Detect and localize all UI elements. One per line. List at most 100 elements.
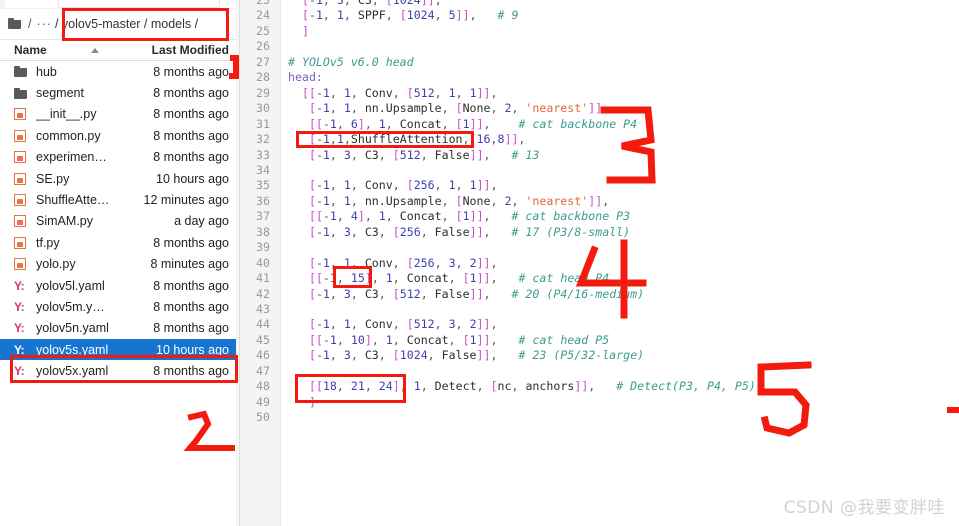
code-line-text: [-1, 3, C3, [512, False]], # 20 (P4/16-m… <box>308 286 645 301</box>
file-row[interactable]: __init__.py 8 months ago <box>0 104 239 125</box>
python-file-icon <box>14 194 26 207</box>
line-number: 45 <box>256 332 270 347</box>
code-line[interactable]: 32 [-1,1,ShuffleAttention,[16,8]], <box>240 132 959 147</box>
code-line-text: head: <box>288 70 323 85</box>
file-row[interactable]: Y: yolov5n.yaml 8 months ago <box>0 318 239 339</box>
file-name: __init__.py <box>36 107 97 122</box>
code-line[interactable]: 44 [-1, 1, Conv, [512, 3, 2]], <box>240 317 959 332</box>
line-number: 23 <box>256 0 270 7</box>
breadcrumb-ellipsis[interactable]: ··· <box>36 17 52 31</box>
file-name: experimen… <box>36 150 107 165</box>
file-browser-scrollbar[interactable] <box>236 0 239 526</box>
yaml-file-icon: Y: <box>14 299 25 314</box>
file-row[interactable]: experimen… 8 months ago <box>0 147 239 168</box>
file-row[interactable]: segment 8 months ago <box>0 82 239 103</box>
code-line[interactable]: 41 [[-1, 15], 1, Concat, [1]], # cat hea… <box>240 271 959 286</box>
code-line[interactable]: 39 <box>240 240 959 255</box>
file-browser-top-strip <box>0 0 239 9</box>
yaml-file-icon: Y: <box>14 278 25 293</box>
code-line-text: [-1, 3, C3, [1024, False]], # 23 (P5/32-… <box>308 348 645 363</box>
code-line[interactable]: 38 [-1, 3, C3, [256, False]], # 17 (P3/8… <box>240 225 959 240</box>
breadcrumb[interactable]: / ··· / yolov5-master / models / <box>0 9 239 39</box>
sort-ascending-icon[interactable] <box>90 47 99 53</box>
code-line[interactable]: 35 [-1, 1, Conv, [256, 1, 1]], <box>240 178 959 193</box>
python-file-icon <box>14 236 26 249</box>
code-line[interactable]: 45 [[-1, 10], 1, Concat, [1]], # cat hea… <box>240 333 959 348</box>
file-name: segment <box>36 86 84 101</box>
code-line[interactable]: 43 <box>240 302 959 317</box>
file-row[interactable]: ShuffleAtte… 12 minutes ago <box>0 189 239 210</box>
file-row[interactable]: SE.py 10 hours ago <box>0 168 239 189</box>
file-modified: 8 months ago <box>153 321 229 336</box>
code-line[interactable]: 25 ] <box>240 24 959 39</box>
folder-icon <box>14 66 27 78</box>
code-line[interactable]: 29 [[-1, 1, Conv, [512, 1, 1]], <box>240 86 959 101</box>
code-line-text: [-1, 1, Conv, [256, 3, 2]], <box>308 255 498 270</box>
python-file-icon <box>14 151 26 164</box>
line-number: 49 <box>256 394 270 409</box>
line-number: 24 <box>256 8 270 23</box>
file-name: SE.py <box>36 171 70 186</box>
code-line[interactable]: 46 [-1, 3, C3, [1024, False]], # 23 (P5/… <box>240 348 959 363</box>
file-icon-cell <box>14 236 36 249</box>
file-name: tf.py <box>36 235 60 250</box>
breadcrumb-root-separator[interactable]: / <box>28 17 31 31</box>
file-row[interactable]: common.py 8 months ago <box>0 125 239 146</box>
file-icon-cell <box>14 66 36 78</box>
file-modified: 8 months ago <box>153 150 229 165</box>
line-number: 27 <box>256 54 270 69</box>
column-header-last-modified[interactable]: Last Modified <box>152 43 229 57</box>
line-number: 41 <box>256 271 270 286</box>
search-box-cropped[interactable] <box>58 0 220 8</box>
file-browser-panel: / ··· / yolov5-master / models / Name La… <box>0 0 240 526</box>
file-name: yolov5n.yaml <box>36 321 109 336</box>
code-line[interactable]: 36 [-1, 1, nn.Upsample, [None, 2, 'neare… <box>240 194 959 209</box>
code-line[interactable]: 26 <box>240 39 959 54</box>
code-line[interactable]: 49 ] <box>240 395 959 410</box>
file-modified: 8 months ago <box>153 235 229 250</box>
csdn-watermark: CSDN @我要变胖哇 <box>783 498 945 518</box>
code-line[interactable]: 27 # YOLOv5 v6.0 head <box>240 55 959 70</box>
code-line[interactable]: 31 [[-1, 6], 1, Concat, [1]], # cat back… <box>240 117 959 132</box>
file-row[interactable]: Y: yolov5m.y… 8 months ago <box>0 296 239 317</box>
file-row[interactable]: yolo.py 8 minutes ago <box>0 254 239 275</box>
code-content[interactable]: 23 [-1, 3, C3, [1024]], 24 [-1, 1, SPPF, … <box>240 0 959 526</box>
code-line[interactable]: 40 [-1, 1, Conv, [256, 3, 2]], <box>240 256 959 271</box>
file-row[interactable]: SimAM.py a day ago <box>0 211 239 232</box>
column-header-name[interactable]: Name <box>14 43 152 57</box>
code-line[interactable]: 42 [-1, 3, C3, [512, False]], # 20 (P4/1… <box>240 287 959 302</box>
code-line-text: [[-1, 6], 1, Concat, [1]], # cat backbon… <box>308 116 638 131</box>
file-modified: 10 hours ago <box>156 171 229 186</box>
line-number: 40 <box>256 255 270 270</box>
code-line[interactable]: 34 <box>240 163 959 178</box>
breadcrumb-path[interactable]: / yolov5-master / models / <box>55 17 198 31</box>
python-file-icon <box>14 129 26 142</box>
file-row[interactable]: tf.py 8 months ago <box>0 232 239 253</box>
code-line[interactable]: 23 [-1, 3, C3, [1024]], <box>240 0 959 8</box>
code-line[interactable]: 24 [-1, 1, SPPF, [1024, 5]], # 9 <box>240 8 959 23</box>
file-icon-cell: Y: <box>14 301 36 313</box>
code-line[interactable]: 30 [-1, 1, nn.Upsample, [None, 2, 'neare… <box>240 101 959 116</box>
line-number: 48 <box>256 379 270 394</box>
file-name: yolov5x.yaml <box>36 364 109 379</box>
file-row[interactable]: Y: yolov5x.yaml 8 months ago <box>0 360 239 381</box>
line-number: 47 <box>256 363 270 378</box>
code-line-text: [-1, 1, Conv, [512, 3, 2]], <box>308 317 498 332</box>
file-row[interactable]: Y: yolov5l.yaml 8 months ago <box>0 275 239 296</box>
code-line[interactable]: 47 <box>240 364 959 379</box>
code-line[interactable]: 37 [[-1, 4], 1, Concat, [1]], # cat back… <box>240 209 959 224</box>
file-row[interactable]: hub 8 months ago <box>0 61 239 82</box>
line-number: 36 <box>256 193 270 208</box>
code-line[interactable]: 50 <box>240 410 959 425</box>
line-number: 30 <box>256 101 270 116</box>
file-modified: 8 months ago <box>153 364 229 379</box>
code-line-text: ] <box>301 23 309 38</box>
file-icon-cell <box>14 129 36 142</box>
file-name: SimAM.py <box>36 214 93 229</box>
code-line[interactable]: 28 head: <box>240 70 959 85</box>
yaml-file-icon: Y: <box>14 364 25 379</box>
code-line[interactable]: 48 [[18, 21, 24], 1, Detect, [nc, anchor… <box>240 379 959 394</box>
code-line[interactable]: 33 [-1, 3, C3, [512, False]], # 13 <box>240 148 959 163</box>
line-number: 31 <box>256 116 270 131</box>
file-row[interactable]: Y: yolov5s.yaml 10 hours ago <box>0 339 239 361</box>
